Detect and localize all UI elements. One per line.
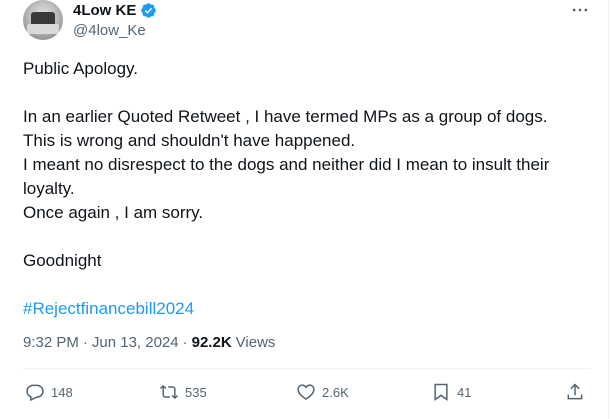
like-count: 2.6K <box>322 384 349 400</box>
like-button[interactable]: 2.6K <box>296 382 349 402</box>
views-label: Views <box>235 334 276 351</box>
bookmark-button[interactable]: 41 <box>431 382 471 402</box>
verified-badge-icon[interactable] <box>140 2 157 19</box>
reply-count: 148 <box>51 384 73 400</box>
tweet-line: loyalty. <box>23 179 75 198</box>
divider <box>23 368 591 369</box>
repost-icon <box>159 385 179 399</box>
tweet-line: Public Apology. <box>23 59 138 78</box>
like-icon <box>297 384 315 400</box>
author-name[interactable]: 4Low KE <box>73 2 136 19</box>
tweet-time[interactable]: 9:32 PM <box>23 334 79 351</box>
avatar[interactable] <box>23 0 63 40</box>
tweet-line: In an earlier Quoted Retweet , I have te… <box>23 107 548 126</box>
more-icon[interactable] <box>570 0 590 20</box>
views-count: 92.2K <box>191 334 232 351</box>
tweet-line: This is wrong and shouldn't have happene… <box>23 131 356 150</box>
repost-button[interactable]: 535 <box>159 382 207 402</box>
repost-count: 535 <box>185 384 207 400</box>
tweet-container: 4Low KE @4low_Ke Public Apology. In an e… <box>0 0 609 419</box>
bookmark-count: 41 <box>457 384 472 400</box>
bookmark-icon <box>434 383 448 401</box>
tweet-text: Public Apology. In an earlier Quoted Ret… <box>23 57 593 321</box>
author-handle[interactable]: @4low_Ke <box>73 22 146 39</box>
reply-button[interactable]: 148 <box>25 382 73 402</box>
hashtag-link[interactable]: #Rejectfinancebill2024 <box>23 299 194 318</box>
tweet-date[interactable]: Jun 13, 2024 <box>92 334 179 351</box>
reply-icon <box>26 384 44 402</box>
share-button[interactable] <box>565 382 585 402</box>
share-icon <box>567 383 583 400</box>
tweet-line: I meant no disrespect to the dogs and ne… <box>23 155 550 174</box>
tweet-meta: 9:32 PM · Jun 13, 2024 · 92.2K Views <box>23 334 276 351</box>
tweet-line: Goodnight <box>23 251 102 270</box>
author-name-row: 4Low KE <box>73 2 157 19</box>
tweet-line: Once again , I am sorry. <box>23 203 204 222</box>
action-bar: 148 535 2.6K 41 <box>23 382 591 408</box>
